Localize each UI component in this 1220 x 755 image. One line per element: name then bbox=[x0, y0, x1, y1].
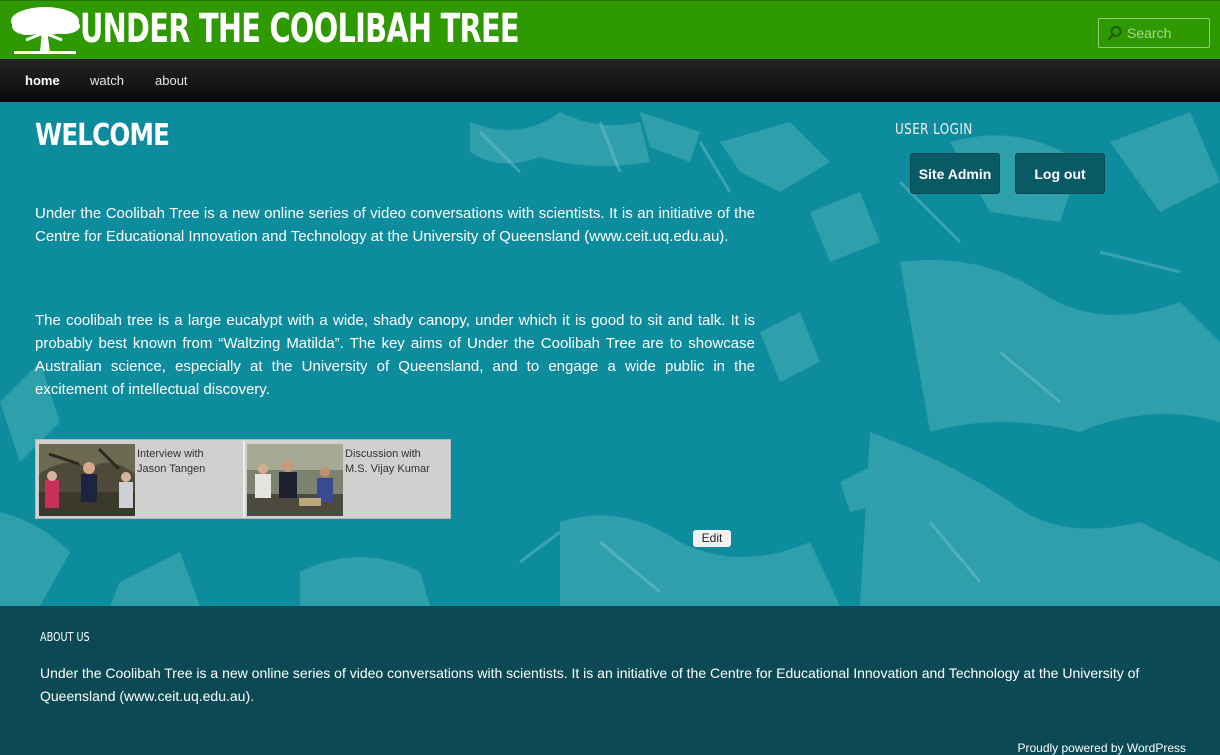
main-nav: home watch about bbox=[0, 59, 1220, 102]
nav-item-watch[interactable]: watch bbox=[90, 73, 124, 88]
site-admin-button[interactable]: Site Admin bbox=[910, 153, 1000, 194]
about-us-text: Under the Coolibah Tree is a new online … bbox=[40, 665, 1140, 704]
video-card-vijay-kumar[interactable]: Discussion with M.S. Vijay Kumar bbox=[243, 441, 449, 518]
powered-by-link[interactable]: Proudly powered by WordPress bbox=[1017, 741, 1186, 755]
nav-item-about[interactable]: about bbox=[155, 73, 188, 88]
video-caption[interactable]: Discussion with M.S. Vijay Kumar bbox=[345, 447, 449, 477]
coolibah-tree-logo-icon[interactable] bbox=[8, 4, 82, 56]
site-header: UNDER THE COOLIBAH TREE bbox=[0, 0, 1220, 59]
search-box[interactable] bbox=[1098, 18, 1210, 48]
search-input[interactable] bbox=[1127, 23, 1207, 43]
video-thumbnail-image[interactable] bbox=[39, 444, 135, 516]
description-paragraph: The coolibah tree is a large eucalypt wi… bbox=[35, 312, 755, 398]
video-caption[interactable]: Interview with Jason Tangen bbox=[137, 447, 241, 477]
intro-paragraph: Under the Coolibah Tree is a new online … bbox=[35, 205, 755, 245]
search-icon bbox=[1107, 26, 1122, 41]
user-login-heading: USER LOGIN bbox=[895, 120, 973, 138]
video-strip: Interview with Jason Tangen Discussion w… bbox=[35, 439, 451, 519]
site-title[interactable]: UNDER THE COOLIBAH TREE bbox=[80, 5, 520, 53]
page-title: WELCOME bbox=[35, 118, 170, 153]
main-content: WELCOME Under the Coolibah Tree is a new… bbox=[0, 102, 1220, 606]
video-card-jason-tangen[interactable]: Interview with Jason Tangen bbox=[37, 441, 243, 518]
video-thumbnail-image[interactable] bbox=[247, 444, 343, 516]
logout-button[interactable]: Log out bbox=[1015, 153, 1105, 194]
about-us-heading: ABOUT US bbox=[40, 630, 90, 644]
site-footer: ABOUT US Under the Coolibah Tree is a ne… bbox=[0, 606, 1220, 755]
nav-item-home[interactable]: home bbox=[25, 73, 60, 88]
edit-link[interactable]: Edit bbox=[693, 530, 731, 547]
